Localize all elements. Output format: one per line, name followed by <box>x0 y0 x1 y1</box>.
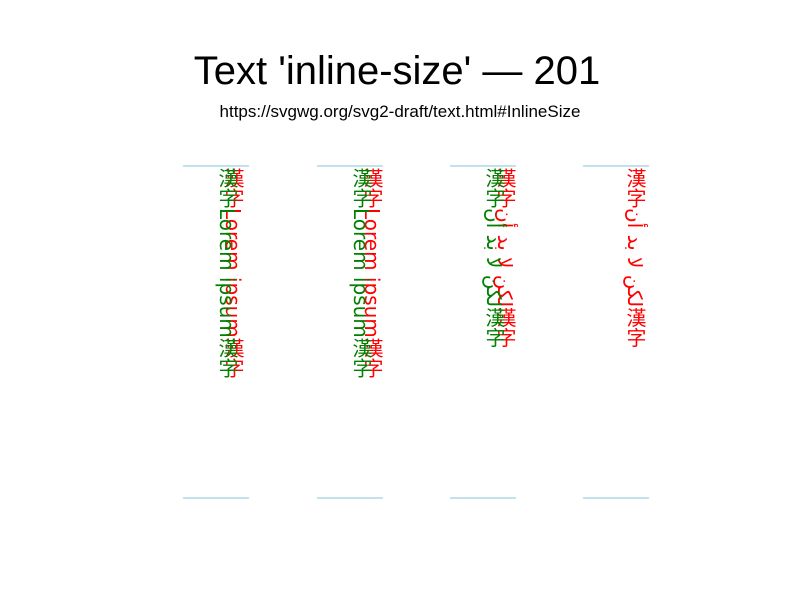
page-title: Text 'inline-size' — 201 <box>194 49 601 93</box>
test-text: 漢字Lorem ipsum漢字 <box>349 168 373 378</box>
column-3: 漢字لكن لا بد أن漢字 漢字لكن لا بد أن漢字 <box>450 165 518 499</box>
test-text: 漢字Lorem ipsum漢字 <box>215 168 239 378</box>
column-1: 漢字Lorem ipsum漢字 漢字Lorem ipsum漢字 <box>183 165 249 499</box>
test-canvas: Text 'inline-size' — 201 https://svgwg.o… <box>183 49 649 499</box>
column-2: 漢字Lorem ipsum漢字 漢字Lorem ipsum漢字 <box>317 165 384 499</box>
column-4: 漢字لكن لا بد أن漢字 <box>583 165 649 499</box>
test-text: 漢字لكن لا بد أن漢字 <box>482 168 507 348</box>
spec-url: https://svgwg.org/svg2-draft/text.html#I… <box>220 102 581 121</box>
reference-text: 漢字لكن لا بد أن漢字 <box>623 168 648 348</box>
